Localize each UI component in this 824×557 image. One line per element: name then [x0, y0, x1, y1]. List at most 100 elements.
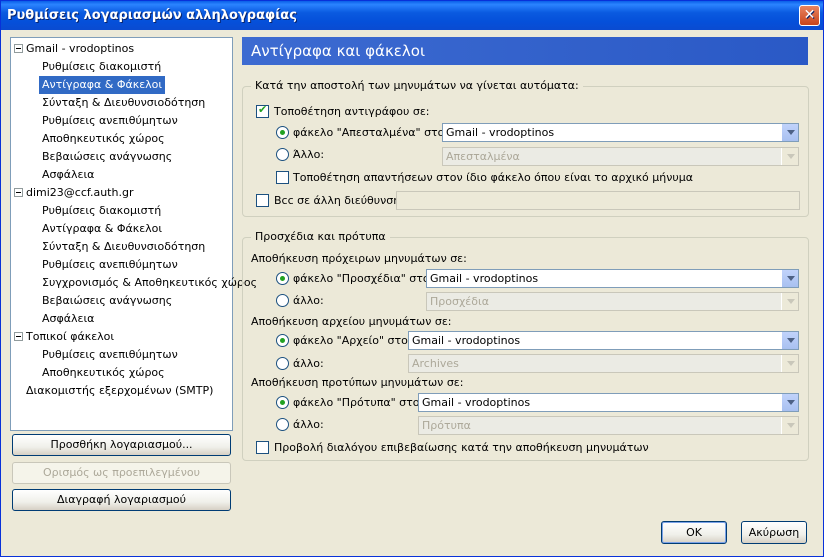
- confirm-dialog-checkbox[interactable]: [256, 441, 269, 454]
- tree-item-label: Αντίγραφα & Φάκελοι: [42, 78, 163, 91]
- tree-settings-item[interactable]: Ρυθμίσεις διακομιστή: [39, 202, 164, 220]
- drafts-folder-select[interactable]: Gmail - vrodoptinos: [426, 269, 799, 288]
- tree-item-label: Ασφάλεια: [42, 312, 95, 325]
- tree-item-label: Βεβαιώσεις ανάγνωσης: [42, 150, 173, 163]
- tree-settings-item[interactable]: Συγχρονισμός & Αποθηκευτικός χώρος: [39, 274, 260, 292]
- ok-button[interactable]: OK: [661, 521, 727, 544]
- tree-item-label: Ρυθμίσεις ανεπιθύμητων: [42, 114, 178, 127]
- bcc-address-field[interactable]: [396, 191, 800, 210]
- tree-item-label: Αντίγραφα & Φάκελοι: [42, 222, 163, 235]
- sent-folder-label: φάκελο "Απεσταλμένα" στο:: [293, 126, 449, 139]
- tree-settings-item[interactable]: Ρυθμίσεις ανεπιθύμητων: [39, 256, 181, 274]
- confirm-dialog-label: Προβολή διαλόγου επιβεβαίωσης κατά την α…: [274, 441, 649, 454]
- tree-account-item[interactable]: Τοπικοί φάκελοι: [14, 328, 117, 346]
- tree-account-item[interactable]: Διακομιστής εξερχομένων (SMTP): [23, 382, 216, 400]
- tree-settings-item[interactable]: Αποθηκευτικός χώρος: [39, 130, 168, 148]
- bcc-checkbox[interactable]: [256, 194, 269, 207]
- tree-item-label: Ρυθμίσεις διακομιστή: [42, 204, 162, 217]
- sent-folder-value: Gmail - vrodoptinos: [446, 126, 555, 139]
- reply-same-folder-label: Τοποθέτηση απαντήσεων στον ίδιο φάκελο ό…: [293, 171, 694, 184]
- chevron-down-icon: [781, 270, 798, 287]
- tree-account-item[interactable]: dimi23@ccf.auth.gr: [14, 184, 136, 202]
- add-account-button[interactable]: Προσθήκη λογαριασμού...: [12, 434, 231, 456]
- chevron-down-icon: [781, 293, 798, 310]
- templates-other-label: άλλο:: [293, 418, 324, 431]
- chevron-down-icon: [781, 355, 798, 372]
- drafts-group-title: Προσχέδια και πρότυπα: [251, 230, 390, 243]
- close-icon: ✕: [803, 7, 816, 23]
- reply-same-folder-checkbox[interactable]: [276, 171, 289, 184]
- place-copy-checkbox[interactable]: [256, 103, 269, 118]
- tree-settings-item[interactable]: Αποθηκευτικός χώρος: [39, 364, 168, 382]
- archive-folder-select[interactable]: Gmail - vrodoptinos: [408, 331, 799, 350]
- tree-item-label: Gmail - vrodoptinos: [26, 42, 135, 55]
- tree-settings-item[interactable]: Ασφάλεια: [39, 166, 97, 184]
- set-default-button[interactable]: Ορισμός ως προεπιλεγμένου: [12, 462, 231, 484]
- chevron-down-icon: [781, 394, 798, 411]
- tree-settings-item[interactable]: Ασφάλεια: [39, 310, 97, 328]
- tree-item-label: Σύνταξη & Διευθυνσιοδότηση: [42, 240, 206, 253]
- drafts-other-label: άλλο:: [293, 294, 324, 307]
- tree-settings-item[interactable]: Αντίγραφα & Φάκελοι: [39, 220, 165, 238]
- tree-account-item[interactable]: Gmail - vrodoptinos: [14, 40, 137, 58]
- templates-folder-label: φάκελο "Πρότυπα" στο:: [293, 396, 424, 409]
- tree-item-label: Συγχρονισμός & Αποθηκευτικός χώρος: [42, 276, 258, 289]
- archive-folder-label: φάκελο "Αρχείο" στο:: [293, 334, 412, 347]
- archive-folder-value: Gmail - vrodoptinos: [412, 334, 521, 347]
- tree-settings-item[interactable]: Βεβαιώσεις ανάγνωσης: [39, 292, 175, 310]
- remove-account-button[interactable]: Διαγραφή λογαριασμού: [12, 489, 231, 511]
- tree-item-label: Ρυθμίσεις ανεπιθύμητων: [42, 258, 178, 271]
- collapse-icon[interactable]: [14, 44, 23, 53]
- tree-settings-item[interactable]: Σύνταξη & Διευθυνσιοδότηση: [39, 238, 208, 256]
- drafts-folder-value: Gmail - vrodoptinos: [430, 272, 539, 285]
- collapse-icon[interactable]: [14, 332, 23, 341]
- collapse-icon[interactable]: [14, 188, 23, 197]
- tree-item-label: Ασφάλεια: [42, 168, 95, 181]
- sent-other-radio[interactable]: [276, 148, 289, 161]
- chevron-down-icon: [781, 332, 798, 349]
- drafts-other-radio[interactable]: [276, 294, 289, 307]
- drafts-folder-radio[interactable]: [276, 272, 289, 285]
- cancel-button[interactable]: Ακύρωση: [741, 521, 807, 544]
- tree-item-label: Βεβαιώσεις ανάγνωσης: [42, 294, 173, 307]
- tree-item-label: dimi23@ccf.auth.gr: [26, 186, 134, 199]
- tree-item-label: Σύνταξη & Διευθυνσιοδότηση: [42, 96, 206, 109]
- account-tree: Gmail - vrodoptinos Ρυθμίσεις διακομιστή Α…: [10, 37, 257, 431]
- tree-settings-item[interactable]: Βεβαιώσεις ανάγνωσης: [39, 148, 175, 166]
- place-copy-label: Τοποθέτηση αντιγράφου σε:: [274, 105, 430, 118]
- tree-settings-item[interactable]: Αντίγραφα & Φάκελοι: [39, 76, 166, 94]
- templates-other-radio[interactable]: [276, 418, 289, 431]
- sent-folder-radio[interactable]: [276, 126, 289, 139]
- drafts-other-select[interactable]: Προσχέδια: [426, 292, 799, 311]
- chevron-down-icon: [781, 148, 798, 165]
- tree-item-label: Ρυθμίσεις διακομιστή: [42, 60, 162, 73]
- sending-group-title: Κατά την αποστολή των μηνυμάτων να γίνετ…: [251, 79, 583, 92]
- archive-other-radio[interactable]: [276, 357, 289, 370]
- tree-item-label: Αποθηκευτικός χώρος: [42, 366, 165, 379]
- tree-settings-item[interactable]: Ρυθμίσεις διακομιστή: [39, 58, 164, 76]
- templates-save-label: Αποθήκευση προτύπων μηνυμάτων σε:: [251, 376, 464, 389]
- drafts-other-value: Προσχέδια: [430, 295, 489, 308]
- drafts-folder-label: φάκελο "Προσχέδια" στο:: [293, 272, 434, 285]
- chevron-down-icon: [781, 417, 798, 434]
- page-title: Αντίγραφα και φάκελοι: [242, 37, 808, 65]
- close-button[interactable]: ✕: [799, 5, 820, 26]
- archive-folder-radio[interactable]: [276, 334, 289, 347]
- templates-folder-select[interactable]: Gmail - vrodoptinos: [418, 393, 799, 412]
- tree-item-label: Ρυθμίσεις ανεπιθύμητων: [42, 348, 178, 361]
- sent-other-value: Απεσταλμένα: [446, 150, 520, 163]
- templates-folder-radio[interactable]: [276, 396, 289, 409]
- tree-settings-item[interactable]: Ρυθμίσεις ανεπιθύμητων: [39, 346, 181, 364]
- title-bar: Ρυθμίσεις λογαριασμών αλληλογραφίας ✕: [1, 1, 823, 30]
- account-settings-window: Ρυθμίσεις λογαριασμών αλληλογραφίας ✕ Gm…: [0, 0, 824, 557]
- sent-other-select[interactable]: Απεσταλμένα: [442, 147, 799, 166]
- templates-other-select[interactable]: Πρότυπα: [418, 416, 799, 435]
- tree-settings-item[interactable]: Σύνταξη & Διευθυνσιοδότηση: [39, 94, 208, 112]
- archive-other-value: Archives: [412, 357, 459, 370]
- sent-other-label: Άλλο:: [293, 148, 325, 161]
- tree-settings-item[interactable]: Ρυθμίσεις ανεπιθύμητων: [39, 112, 181, 130]
- tree-item-label: Τοπικοί φάκελοι: [26, 330, 115, 343]
- sent-folder-select[interactable]: Gmail - vrodoptinos: [442, 123, 799, 142]
- archive-save-label: Αποθήκευση αρχείου μηνυμάτων σε:: [251, 315, 452, 328]
- archive-other-select[interactable]: Archives: [408, 354, 799, 373]
